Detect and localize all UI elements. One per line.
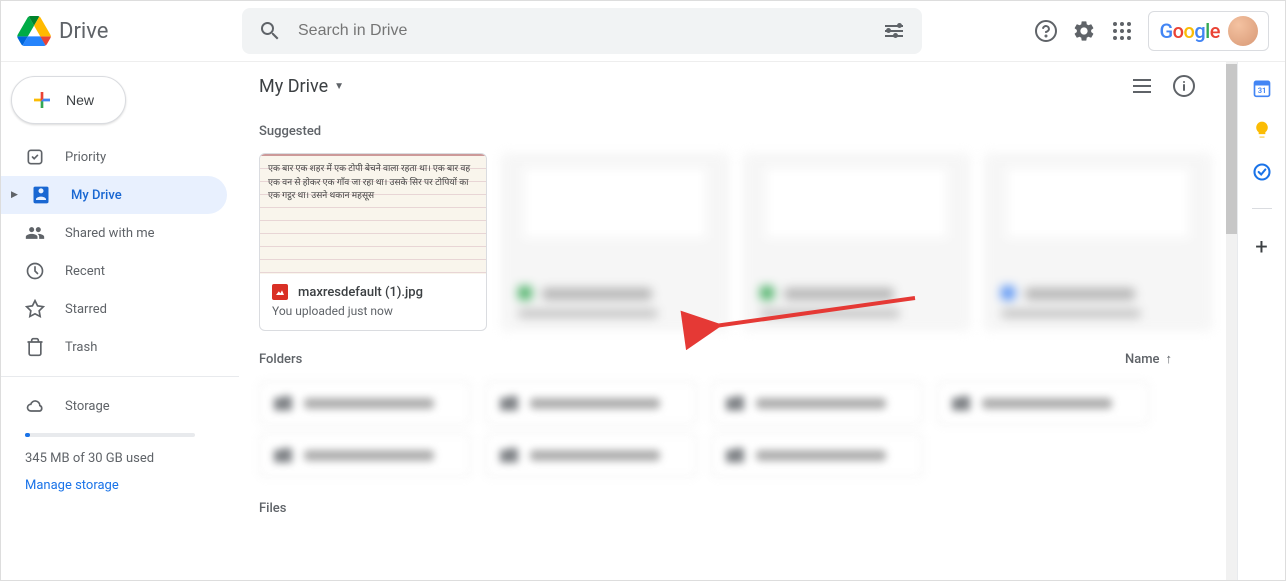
expand-icon[interactable]: ▶: [11, 190, 17, 200]
plus-icon: [30, 88, 54, 112]
sidebar-item-label: Priority: [65, 150, 106, 165]
sidebar-item-label: Recent: [65, 264, 105, 279]
account-switcher[interactable]: Google: [1148, 11, 1269, 51]
app-name: Drive: [59, 19, 108, 44]
sidebar-item-label: Shared with me: [65, 226, 155, 241]
suggested-card-blurred[interactable]: [984, 153, 1212, 331]
suggested-row: एक बार एक शहर में एक टोपी बेचने वाला रहत…: [249, 153, 1222, 331]
card-meta: maxresdefault (1).jpg You uploaded just …: [260, 274, 486, 328]
folder-item-blurred[interactable]: [937, 381, 1149, 425]
folder-row: [249, 377, 1222, 429]
scrollbar[interactable]: [1226, 62, 1237, 580]
files-label: Files: [249, 481, 1222, 530]
folder-item-blurred[interactable]: [711, 433, 923, 477]
search-icon[interactable]: [258, 19, 282, 43]
settings-icon[interactable]: [1072, 19, 1096, 43]
card-thumbnail: एक बार एक शहर में एक टोपी बेचने वाला रहत…: [260, 154, 486, 274]
sidebar-item-label: Storage: [65, 399, 110, 414]
keep-icon[interactable]: [1252, 120, 1272, 140]
sidebar: New Priority ▶ My Drive Shared with me R…: [1, 62, 239, 580]
folder-item-blurred[interactable]: [711, 381, 923, 425]
info-icon[interactable]: [1172, 74, 1196, 98]
new-button[interactable]: New: [11, 76, 126, 124]
divider: [1252, 208, 1272, 209]
divider: [1, 376, 239, 377]
folder-row: [249, 429, 1222, 481]
main-area: My Drive ▼ Suggested एक बार एक शहर में ए…: [239, 62, 1237, 580]
folder-item-blurred[interactable]: [259, 381, 471, 425]
apps-icon[interactable]: [1110, 19, 1134, 43]
list-view-icon[interactable]: [1130, 74, 1154, 98]
suggested-card[interactable]: एक बार एक शहर में एक टोपी बेचने वाला रहत…: [259, 153, 487, 331]
folder-item-blurred[interactable]: [485, 381, 697, 425]
scrollbar-thumb[interactable]: [1226, 64, 1237, 234]
sidebar-item-shared[interactable]: Shared with me: [1, 214, 227, 252]
recent-icon: [25, 261, 45, 281]
sidebar-item-my-drive[interactable]: ▶ My Drive: [1, 176, 227, 214]
search-options-icon[interactable]: [882, 19, 906, 43]
svg-text:31: 31: [1257, 86, 1266, 95]
card-subtitle: You uploaded just now: [272, 304, 474, 318]
image-file-icon: [272, 284, 288, 300]
thumbnail-content: एक बार एक शहर में एक टोपी बेचने वाला रहत…: [260, 154, 486, 274]
search-bar[interactable]: [242, 8, 922, 54]
chevron-down-icon: ▼: [334, 81, 344, 92]
sidebar-item-recent[interactable]: Recent: [1, 252, 227, 290]
header: Drive Google: [1, 1, 1285, 61]
breadcrumb[interactable]: My Drive ▼: [259, 76, 344, 97]
folder-item-blurred[interactable]: [259, 433, 471, 477]
header-actions: Google: [1034, 11, 1269, 51]
avatar[interactable]: [1228, 16, 1258, 46]
sidebar-item-trash[interactable]: Trash: [1, 328, 227, 366]
storage-area: 345 MB of 30 GB used Manage storage: [1, 425, 239, 493]
suggested-card-blurred[interactable]: [743, 153, 971, 331]
tasks-icon[interactable]: [1252, 162, 1272, 182]
sidebar-item-priority[interactable]: Priority: [1, 138, 227, 176]
logo-area[interactable]: Drive: [17, 16, 242, 46]
cloud-icon: [25, 396, 45, 416]
shared-icon: [25, 223, 45, 243]
drive-logo-icon: [17, 16, 51, 46]
help-icon[interactable]: [1034, 19, 1058, 43]
my-drive-icon: [31, 185, 51, 205]
suggested-label: Suggested: [249, 110, 1222, 153]
google-label: Google: [1159, 19, 1220, 43]
side-panel: 31 +: [1237, 62, 1285, 580]
priority-icon: [25, 147, 45, 167]
sidebar-item-label: Trash: [65, 340, 97, 355]
trash-icon: [25, 337, 45, 357]
sidebar-item-label: Starred: [65, 302, 107, 317]
search-input[interactable]: [298, 22, 866, 40]
calendar-icon[interactable]: 31: [1252, 78, 1272, 98]
sidebar-item-label: My Drive: [71, 188, 122, 203]
breadcrumb-label: My Drive: [259, 76, 328, 97]
main-scroll[interactable]: My Drive ▼ Suggested एक बार एक शहर में ए…: [239, 62, 1226, 580]
sort-button[interactable]: Name ↑: [1125, 351, 1212, 367]
card-filename: maxresdefault (1).jpg: [298, 285, 423, 300]
manage-storage-link[interactable]: Manage storage: [25, 478, 215, 493]
sidebar-item-storage[interactable]: Storage: [1, 387, 227, 425]
sort-label: Name: [1125, 352, 1160, 367]
card-title-row: maxresdefault (1).jpg: [272, 284, 474, 300]
folders-label: Folders: [259, 352, 302, 367]
storage-bar: [25, 433, 195, 437]
arrow-up-icon: ↑: [1166, 351, 1173, 367]
star-icon: [25, 299, 45, 319]
add-addon-icon[interactable]: +: [1255, 235, 1267, 260]
sidebar-item-starred[interactable]: Starred: [1, 290, 227, 328]
breadcrumb-row: My Drive ▼: [249, 62, 1222, 110]
storage-text: 345 MB of 30 GB used: [25, 451, 215, 466]
suggested-card-blurred[interactable]: [501, 153, 729, 331]
new-button-label: New: [66, 92, 94, 108]
view-controls: [1130, 74, 1212, 98]
folder-item-blurred[interactable]: [485, 433, 697, 477]
folders-header: Folders Name ↑: [249, 331, 1222, 377]
